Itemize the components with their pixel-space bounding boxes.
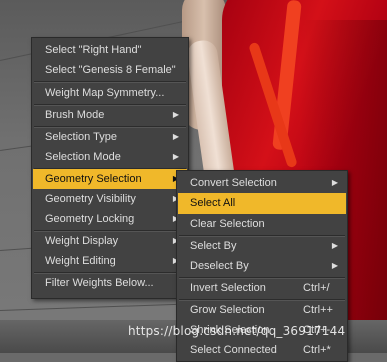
menu-item-filter-weights-below[interactable]: Filter Weights Below...: [33, 273, 187, 293]
menu-item-invert-selection[interactable]: Invert Selection Ctrl+/: [178, 278, 346, 298]
watermark-text: https://blog.csdn.net/qq_36917144: [128, 324, 346, 338]
menu-item-label: Geometry Visibility: [45, 193, 136, 205]
menu-item-select-by[interactable]: Select By ▶: [178, 236, 346, 256]
menu-item-deselect-by[interactable]: Deselect By ▶: [178, 256, 346, 276]
menu-item-label: Select "Right Hand": [45, 44, 142, 56]
menu-item-label: Select All: [190, 197, 236, 209]
menu-item-label: Convert Selection: [190, 177, 277, 189]
menu-item-label: Filter Weights Below...: [45, 277, 154, 289]
menu-item-select-genesis-8-female[interactable]: Select "Genesis 8 Female": [33, 60, 187, 80]
menu-item-label: Geometry Selection: [45, 173, 142, 185]
menu-item-select-connected[interactable]: Select Connected Ctrl+*: [178, 340, 346, 360]
menu-item-convert-selection[interactable]: Convert Selection ▶: [178, 172, 346, 194]
menu-item-label: Select Connected: [190, 344, 277, 356]
menu-item-brush-mode[interactable]: Brush Mode ▶: [33, 105, 187, 125]
menu-item-label: Selection Type: [45, 131, 117, 143]
menu-item-selection-mode[interactable]: Selection Mode ▶: [33, 147, 187, 167]
menu-item-weight-map-symmetry[interactable]: Weight Map Symmetry...: [33, 83, 187, 103]
menu-item-label: Weight Editing: [45, 255, 116, 267]
menu-item-label: Selection Mode: [45, 151, 121, 163]
menu-item-weight-editing[interactable]: Weight Editing▶: [33, 251, 187, 271]
submenu-arrow-icon: ▶: [331, 178, 338, 187]
menu-item-label: Clear Selection: [190, 218, 265, 230]
menu-item-geometry-visibility[interactable]: Geometry Visibility▶: [33, 189, 187, 209]
menu-item-label: Weight Map Symmetry...: [45, 87, 165, 99]
menu-item-label: Weight Display: [45, 235, 119, 247]
menu-item-geometry-selection[interactable]: Geometry Selection▶: [33, 169, 187, 189]
shortcut-label: Ctrl++: [303, 304, 333, 316]
menu-item-label: Select By: [190, 240, 237, 252]
menu-item-weight-display[interactable]: Weight Display▶: [33, 231, 187, 251]
menu-item-selection-type[interactable]: Selection Type ▶: [33, 127, 187, 147]
menu-item-label: Deselect By: [190, 260, 249, 272]
submenu-arrow-icon: ▶: [172, 110, 179, 119]
menu-item-label: Select "Genesis 8 Female": [45, 64, 176, 76]
menu-item-label: Grow Selection: [190, 304, 265, 316]
context-menu: Select "Right Hand" Select "Genesis 8 Fe…: [31, 37, 189, 299]
submenu-arrow-icon: ▶: [172, 132, 179, 141]
submenu-arrow-icon: ▶: [331, 261, 338, 270]
menu-item-select-right-hand[interactable]: Select "Right Hand": [33, 40, 187, 60]
shortcut-label: Ctrl+/: [303, 282, 330, 294]
shortcut-label: Ctrl+*: [303, 344, 331, 356]
menu-item-select-all[interactable]: Select All: [178, 193, 346, 214]
menu-item-label: Invert Selection: [190, 282, 266, 294]
submenu-arrow-icon: ▶: [331, 241, 338, 250]
menu-item-grow-selection[interactable]: Grow Selection Ctrl++: [178, 300, 346, 320]
menu-item-clear-selection[interactable]: Clear Selection: [178, 214, 346, 234]
submenu-arrow-icon: ▶: [172, 152, 179, 161]
menu-item-label: Geometry Locking: [45, 213, 135, 225]
menu-item-geometry-locking[interactable]: Geometry Locking▶: [33, 209, 187, 229]
menu-item-label: Brush Mode: [45, 109, 105, 121]
